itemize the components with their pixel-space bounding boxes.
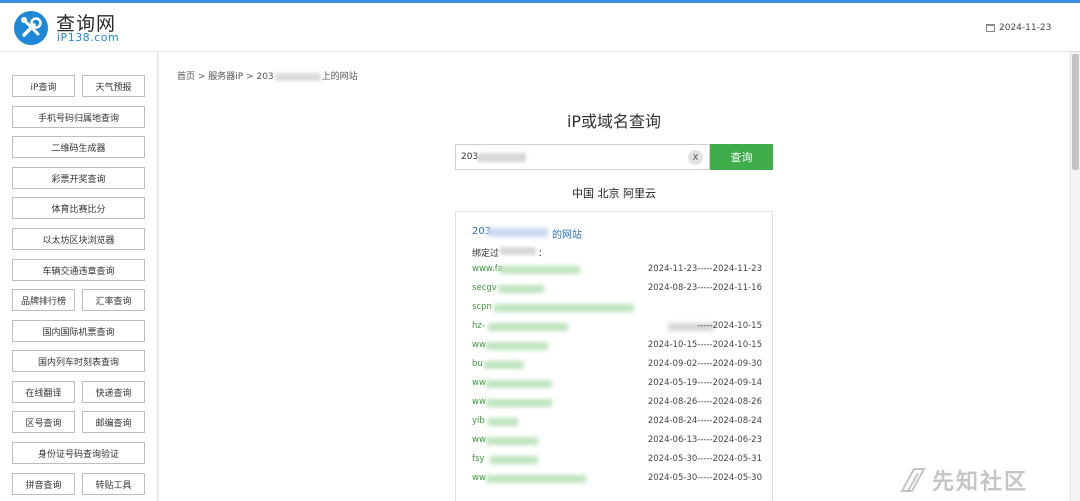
domain-row: ww 2024-10-15-----2024-10-15 xyxy=(472,340,762,352)
sidebar-button-brand-ranking[interactable]: 品牌排行榜 xyxy=(12,289,75,311)
sidebar: iP查询 天气预报 手机号码归属地查询 二维码生成器 彩票开奖查询 体育比赛比分… xyxy=(0,52,158,501)
sidebar-button-ethereum[interactable]: 以太坊区块浏览器 xyxy=(12,228,145,250)
domain-dates: 2024-05-30-----2024-05-31 xyxy=(647,454,762,464)
calendar-icon xyxy=(986,24,995,32)
redacted-domain-blur xyxy=(486,380,552,388)
domain-row: bu 2024-09-02-----2024-09-30 xyxy=(472,359,762,371)
redacted-domain-blur xyxy=(488,418,518,426)
sidebar-button-id-card[interactable]: 身份证号码查询验证 xyxy=(12,442,145,464)
domain-row: ww 2024-06-13-----2024-06-23 xyxy=(472,435,762,447)
domain-row: hz- -----2024-10-15 xyxy=(472,321,762,333)
sidebar-button-area-code[interactable]: 区号查询 xyxy=(12,411,75,433)
domain-link[interactable]: ww xyxy=(472,340,486,350)
domain-dates: 2024-08-26-----2024-08-26 xyxy=(647,397,762,407)
redacted-text-blur xyxy=(500,247,536,255)
domain-row: www.fa 2024-11-23-----2024-11-23 xyxy=(472,264,762,276)
domain-dates: 2024-11-23-----2024-11-23 xyxy=(647,264,762,274)
breadcrumb-suffix: 上的网站 xyxy=(321,72,358,82)
sidebar-button-postcode[interactable]: 邮编查询 xyxy=(82,411,145,433)
result-panel: 203. 的网站 绑定过 ： www.fa 2024-11-23-----202… xyxy=(455,211,773,501)
ip-location: 中国 北京 阿里云 xyxy=(572,187,656,200)
logo-tools-icon[interactable] xyxy=(14,11,48,45)
domain-link[interactable]: fsy xyxy=(472,454,484,464)
domain-link[interactable]: ww xyxy=(472,378,486,388)
sidebar-button-traffic-violation[interactable]: 车辆交通违章查询 xyxy=(12,259,145,281)
sidebar-button-ip-query[interactable]: iP查询 xyxy=(12,75,75,97)
domain-dates: 2024-10-15-----2024-10-15 xyxy=(647,340,762,350)
sidebar-button-weather[interactable]: 天气预报 xyxy=(82,75,145,97)
domain-dates: 2024-06-13-----2024-06-23 xyxy=(647,435,762,445)
sidebar-button-repost-tool[interactable]: 转贴工具 xyxy=(82,473,145,495)
redacted-ip-blur xyxy=(274,72,321,81)
breadcrumb: 首页 > 服务器iP > 203 上的网站 xyxy=(177,69,358,82)
page-scrollbar[interactable] xyxy=(1070,52,1080,501)
domain-row: scpn xyxy=(472,302,762,314)
redacted-domain-blur xyxy=(490,456,538,464)
redacted-domain-blur xyxy=(498,285,544,293)
redacted-domain-blur xyxy=(488,323,568,331)
bound-domains-colon: ： xyxy=(538,249,548,259)
bound-domains-label: 绑定过 xyxy=(472,249,500,259)
domain-link[interactable]: ww xyxy=(472,397,486,407)
sidebar-button-qrcode[interactable]: 二维码生成器 xyxy=(12,136,145,158)
sidebar-button-phone-location[interactable]: 手机号码归属地查询 xyxy=(12,106,145,128)
redacted-domain-blur xyxy=(486,437,538,445)
redacted-domain-blur xyxy=(494,304,634,312)
result-title-suffix[interactable]: 的网站 xyxy=(552,226,582,241)
domain-link[interactable]: scpn xyxy=(472,302,492,312)
redacted-ip-blur xyxy=(488,228,548,237)
redacted-domain-blur xyxy=(486,475,586,483)
domain-dates: -----2024-10-15 xyxy=(697,321,762,331)
domain-link[interactable]: secgv xyxy=(472,283,497,293)
domain-dates: 2024-08-23-----2024-11-16 xyxy=(647,283,762,293)
redacted-domain-blur xyxy=(486,342,548,350)
domain-link[interactable]: ww xyxy=(472,473,486,483)
header-date-text: 2024-11-23 xyxy=(999,23,1052,33)
domain-row: secgv 2024-08-23-----2024-11-16 xyxy=(472,283,762,295)
sidebar-button-exchange-rate[interactable]: 汇率查询 xyxy=(82,289,145,311)
domain-link[interactable]: yib xyxy=(472,416,485,426)
domain-row: yib 2024-08-24-----2024-08-24 xyxy=(472,416,762,428)
sidebar-button-pinyin[interactable]: 拼音查询 xyxy=(12,473,75,495)
domain-dates: 2024-08-24-----2024-08-24 xyxy=(647,416,762,426)
breadcrumb-separator: > xyxy=(195,72,209,82)
query-title: iP或域名查询 xyxy=(566,112,662,131)
domain-link[interactable]: hz- xyxy=(472,321,485,331)
redacted-domain-blur xyxy=(484,361,524,369)
domain-link[interactable]: ww xyxy=(472,435,486,445)
clear-button[interactable]: X xyxy=(688,150,703,165)
logo-subtitle[interactable]: iP138.com xyxy=(57,31,119,44)
domain-dates: 2024-05-19-----2024-09-14 xyxy=(647,378,762,388)
sidebar-button-train-timetable[interactable]: 国内列车时刻表查询 xyxy=(12,350,145,372)
breadcrumb-server-ip[interactable]: 服务器iP xyxy=(208,72,243,82)
breadcrumb-ip: 203 xyxy=(256,72,274,82)
redacted-domain-blur xyxy=(486,399,552,407)
domain-row: ww 2024-05-30-----2024-05-30 xyxy=(472,473,762,485)
domain-dates: 2024-05-30-----2024-05-30 xyxy=(647,473,762,483)
sidebar-button-sports-score[interactable]: 体育比赛比分 xyxy=(12,197,145,219)
domain-link[interactable]: www.fa xyxy=(472,264,503,274)
sidebar-button-flights[interactable]: 国内国际机票查询 xyxy=(12,320,145,342)
watermark: 先知社区 xyxy=(898,462,1070,498)
breadcrumb-separator: > xyxy=(243,72,257,82)
watermark-text: 先知社区 xyxy=(932,470,1029,495)
scrollbar-thumb[interactable] xyxy=(1072,54,1079,170)
search-button[interactable]: 查询 xyxy=(710,144,773,170)
sidebar-button-express[interactable]: 快递查询 xyxy=(82,381,145,403)
sidebar-button-lottery[interactable]: 彩票开奖查询 xyxy=(12,167,145,189)
domain-dates: 2024-09-02-----2024-09-30 xyxy=(647,359,762,369)
domain-row: ww 2024-08-26-----2024-08-26 xyxy=(472,397,762,409)
domain-row: fsy 2024-05-30-----2024-05-31 xyxy=(472,454,762,466)
watermark-logo-icon xyxy=(900,468,926,492)
domain-link[interactable]: bu xyxy=(472,359,483,369)
sidebar-button-translate[interactable]: 在线翻译 xyxy=(12,381,75,403)
redacted-ip-blur xyxy=(478,153,526,162)
domain-row: ww 2024-05-19-----2024-09-14 xyxy=(472,378,762,390)
redacted-domain-blur xyxy=(500,266,580,274)
breadcrumb-home[interactable]: 首页 xyxy=(177,72,195,82)
header-date: 2024-11-23 xyxy=(986,23,1051,33)
search-input[interactable]: 203. X xyxy=(455,144,710,170)
site-header: 查询网 iP138.com 2024-11-23 xyxy=(0,3,1080,52)
